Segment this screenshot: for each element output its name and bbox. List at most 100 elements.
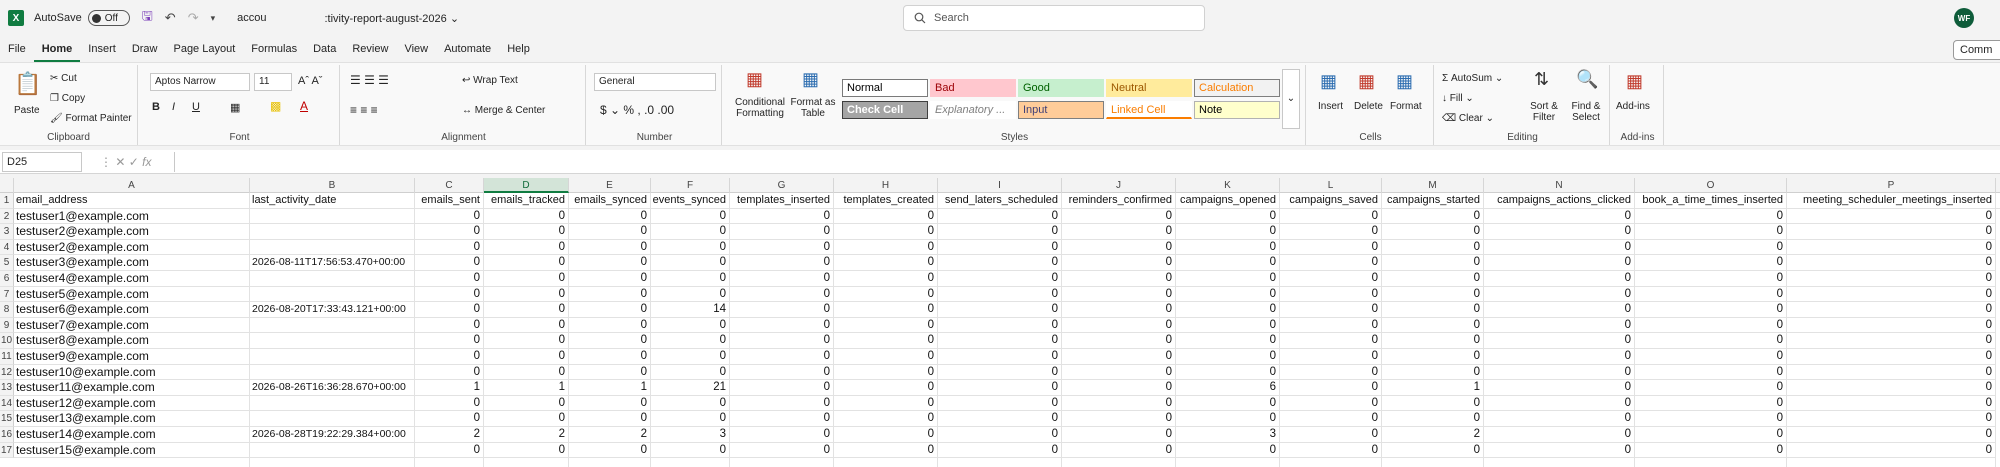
table-cell[interactable]: 0 [1635,286,1787,303]
sort-filter-icon[interactable]: ⇅ [1534,69,1549,90]
table-cell[interactable]: 0 [1635,224,1787,240]
table-cell[interactable]: 0 [569,333,651,349]
table-cell[interactable] [250,224,415,240]
header-cell[interactable]: emails_tracked [484,193,569,209]
table-cell[interactable]: 0 [1382,364,1484,381]
table-cell[interactable]: 0 [1062,317,1176,334]
table-cell[interactable]: 0 [1484,286,1635,303]
table-cell[interactable]: 1 [1382,380,1484,396]
table-cell[interactable]: 0 [834,208,938,225]
table-cell[interactable]: 0 [834,255,938,271]
table-cell[interactable]: 0 [1280,395,1382,412]
table-cell[interactable]: 0 [484,411,569,427]
table-cell[interactable]: 0 [1787,255,1996,271]
table-cell[interactable]: 0 [1062,333,1176,349]
table-cell[interactable]: 2 [569,427,651,443]
table-cell[interactable]: 0 [569,395,651,412]
table-cell[interactable] [730,458,834,467]
header-cell[interactable]: emails_synced [569,193,651,209]
autosave-toggle[interactable]: Off [87,10,130,26]
table-cell[interactable]: 0 [1787,395,1996,412]
table-cell[interactable]: testuser10@example.com [14,364,250,381]
column-header-f[interactable]: F [651,178,730,193]
table-cell[interactable]: 0 [1062,208,1176,225]
style-calculation[interactable]: Calculation [1194,79,1280,97]
table-cell[interactable]: 0 [834,427,938,443]
column-header-e[interactable]: E [569,178,651,193]
table-cell[interactable]: 0 [484,364,569,381]
table-cell[interactable]: 0 [1787,333,1996,349]
row-header[interactable]: 4 [0,239,14,256]
number-format-select[interactable]: General [594,73,716,91]
table-cell[interactable]: 0 [1787,380,1996,396]
table-cell[interactable]: 0 [569,317,651,334]
table-cell[interactable]: 0 [834,302,938,318]
table-cell[interactable]: 0 [1787,224,1996,240]
table-cell[interactable]: testuser6@example.com [14,302,250,318]
column-header-g[interactable]: G [730,178,834,193]
column-header-d[interactable]: D [484,178,569,193]
table-cell[interactable] [484,458,569,467]
table-cell[interactable]: 0 [1484,442,1635,459]
row-header[interactable]: 11 [0,349,14,365]
tab-help[interactable]: Help [499,36,538,62]
table-cell[interactable] [1176,458,1280,467]
fill-button[interactable]: ↓ Fill ⌄ [1442,93,1474,104]
row-header[interactable]: 13 [0,380,14,396]
copy-button[interactable]: ❐ Copy [50,93,85,104]
table-cell[interactable]: 0 [484,239,569,256]
style-good[interactable]: Good [1018,79,1104,97]
borders-icon[interactable]: ▦ [230,101,240,114]
table-cell[interactable]: 0 [1635,395,1787,412]
table-cell[interactable]: 0 [1635,302,1787,318]
tab-insert[interactable]: Insert [80,36,124,62]
table-cell[interactable]: 0 [834,380,938,396]
table-cell[interactable]: 0 [938,271,1062,287]
table-cell[interactable] [569,458,651,467]
table-cell[interactable]: 0 [834,333,938,349]
table-cell[interactable]: 0 [730,208,834,225]
header-cell[interactable]: campaigns_started [1382,193,1484,209]
table-cell[interactable]: 0 [569,302,651,318]
table-cell[interactable]: 0 [1635,380,1787,396]
table-cell[interactable]: 0 [651,239,730,256]
sort-filter-button[interactable]: Sort & Filter [1524,101,1564,123]
table-cell[interactable]: 0 [1382,349,1484,365]
table-cell[interactable]: 0 [1382,239,1484,256]
table-cell[interactable]: 0 [484,317,569,334]
table-cell[interactable]: 0 [1280,239,1382,256]
table-cell[interactable]: 0 [569,349,651,365]
column-header-b[interactable]: B [250,178,415,193]
table-cell[interactable]: 6 [1176,380,1280,396]
name-box[interactable]: D25 [2,152,82,172]
table-cell[interactable] [651,458,730,467]
table-cell[interactable]: 0 [1176,333,1280,349]
table-cell[interactable]: 2026-08-20T17:33:43.121+00:00 [250,302,415,318]
table-cell[interactable]: testuser13@example.com [14,411,250,427]
formula-input[interactable] [174,152,2000,172]
table-cell[interactable]: testuser2@example.com [14,239,250,256]
table-cell[interactable]: testuser9@example.com [14,349,250,365]
table-cell[interactable]: 0 [1787,208,1996,225]
table-cell[interactable]: 0 [569,271,651,287]
table-cell[interactable]: 0 [1382,317,1484,334]
table-cell[interactable]: 0 [651,442,730,459]
table-cell[interactable]: 0 [834,286,938,303]
table-cell[interactable]: 0 [1635,255,1787,271]
table-cell[interactable]: 0 [1176,395,1280,412]
underline-button[interactable]: U [192,101,200,113]
table-cell[interactable]: 0 [651,286,730,303]
table-cell[interactable]: 0 [1062,239,1176,256]
row-header[interactable]: 15 [0,411,14,427]
table-cell[interactable]: 0 [415,333,484,349]
table-cell[interactable]: 0 [834,442,938,459]
column-header-h[interactable]: H [834,178,938,193]
table-cell[interactable]: 0 [1280,411,1382,427]
save-icon[interactable]: 🖫 [142,7,153,29]
table-cell[interactable]: 2 [1382,427,1484,443]
table-cell[interactable]: 0 [415,255,484,271]
table-cell[interactable]: 0 [1280,364,1382,381]
undo-icon[interactable]: ↶ [165,10,176,26]
table-cell[interactable] [250,364,415,381]
header-cell[interactable]: last_activity_date [250,193,415,209]
